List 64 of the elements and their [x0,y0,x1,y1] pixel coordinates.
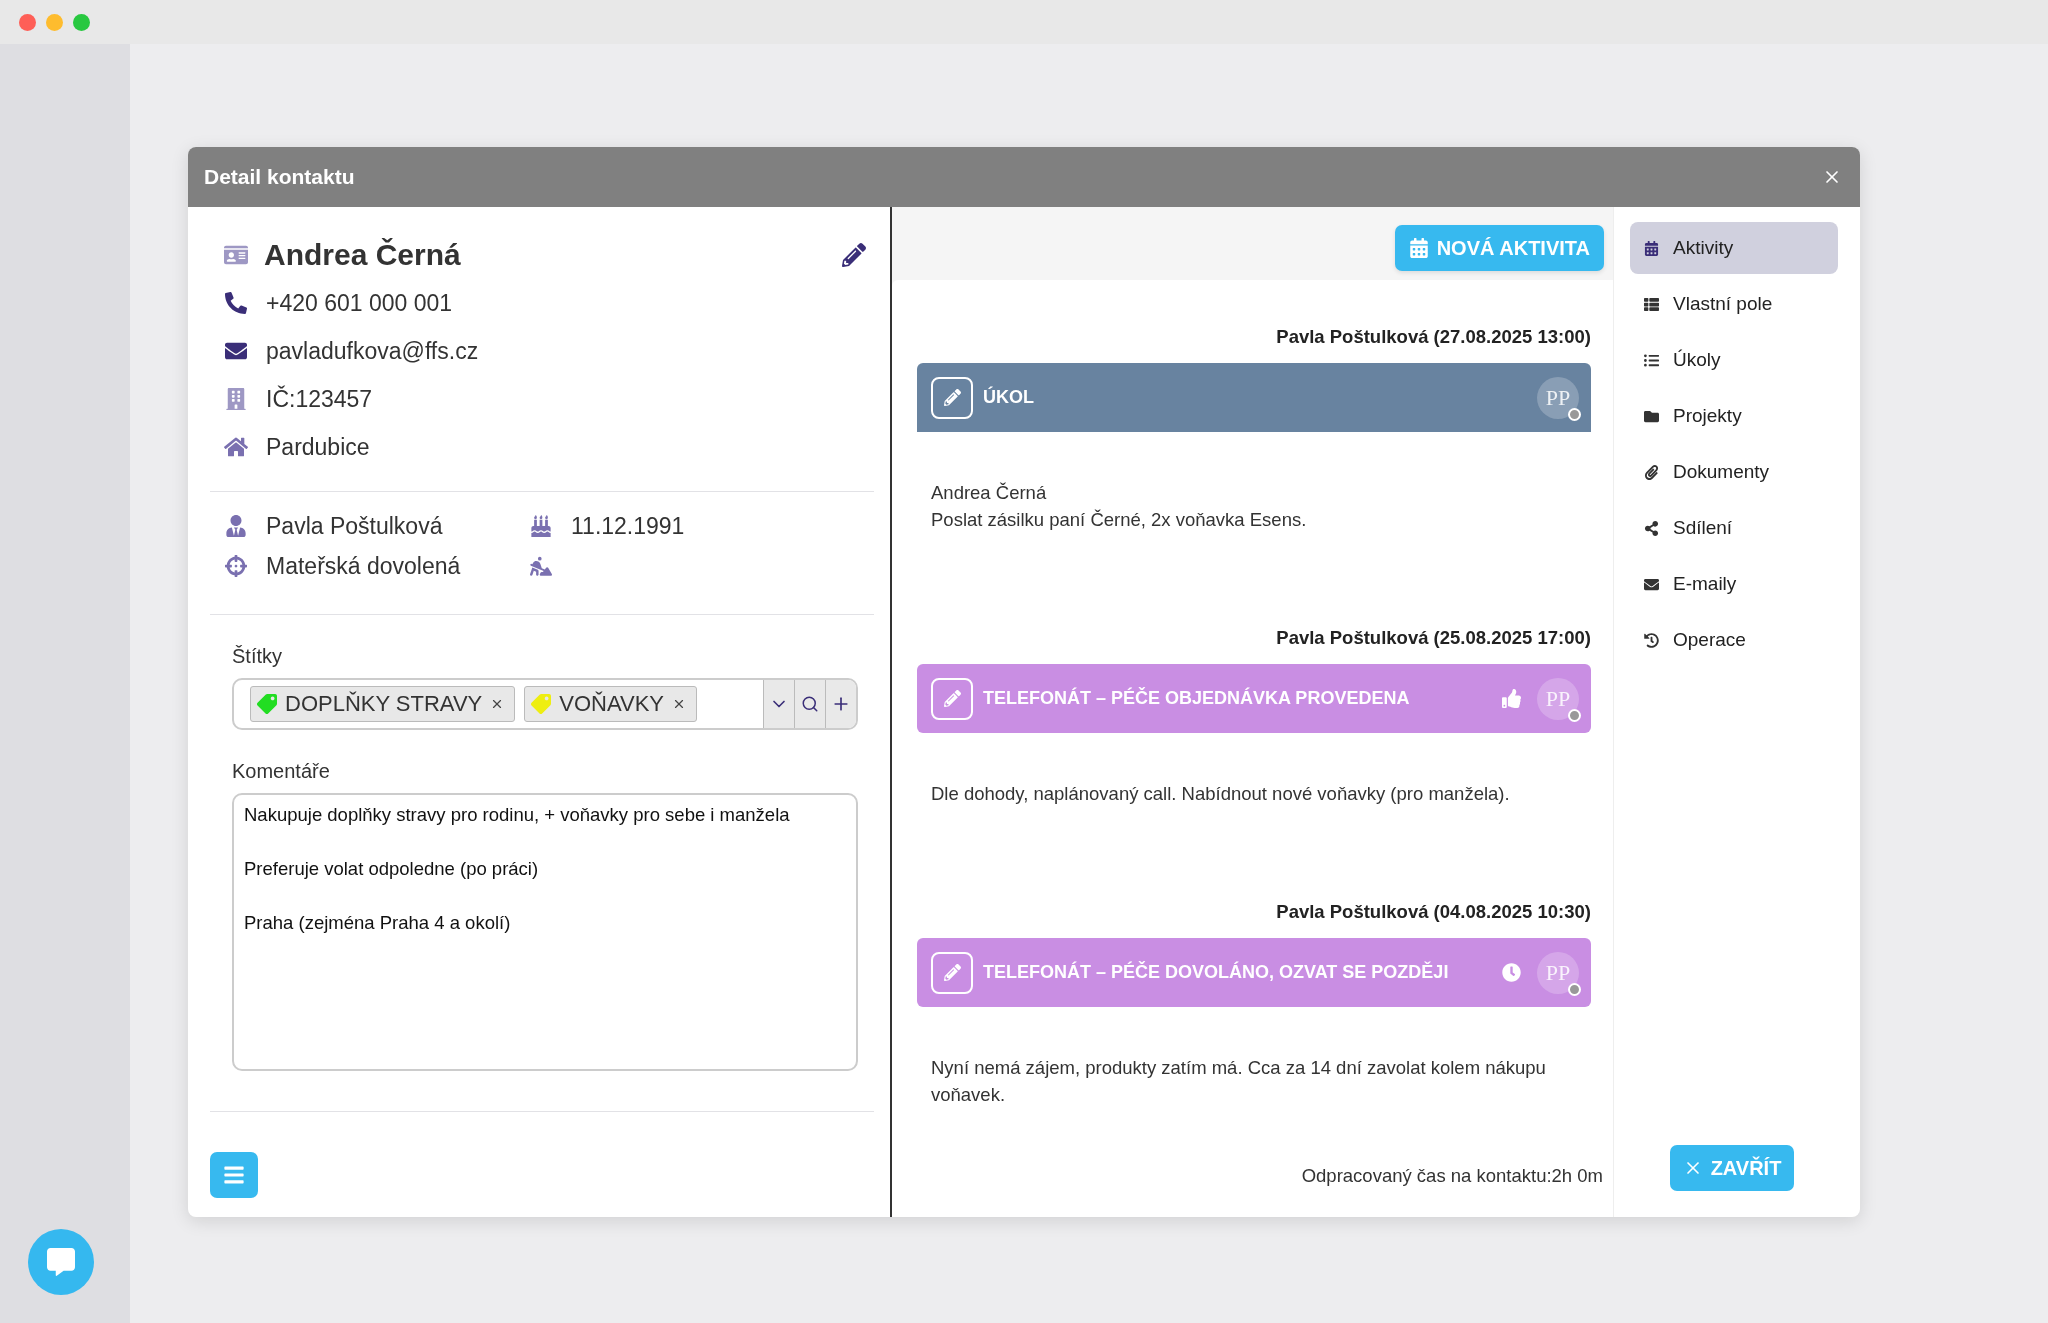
birth-date: 11.12.1991 [571,512,685,540]
activity-title: TELEFONÁT – PÉČE OBJEDNÁVKA PROVEDENA [983,688,1411,709]
nav-item[interactable]: Vlastní pole [1630,278,1838,330]
tag-chip: DOPLŇKY STRAVY [250,686,516,722]
cake-icon [529,515,553,537]
minimize-window-button[interactable] [46,13,63,31]
user-avatar: PP [1537,376,1579,419]
user-avatar: PP [1537,951,1579,994]
dialog-title: Detail kontaktu [204,165,355,189]
activity-note: Dle dohody, naplánovaný call. Nabídnout nové voňavky (pro manžela). [931,782,1511,806]
search-icon [801,695,819,713]
nav-item[interactable]: Úkoly [1630,334,1838,386]
history-icon [1644,632,1659,648]
comments-field[interactable]: Nakupuje doplňky stravy pro rodinu, + voňavky pro sebe i manžela Preferuje volat odpoledne (po práci) Praha (zejména Praha 4 a okolí) [232,793,858,1071]
activity-author: Pavla Poštulková (27.08.2025 13:00) [1276,326,1591,348]
city: Pardubice [266,433,370,461]
digging-person-icon [529,555,553,577]
home-icon [224,435,248,459]
table-icon [1644,296,1659,312]
list-icon [1644,352,1659,368]
tag-chip: VOŇAVKY [524,686,697,722]
paperclip-icon [1644,464,1659,480]
nav-item[interactable]: Sdílení [1630,502,1838,554]
pencil-icon[interactable] [842,243,866,267]
nav-item[interactable]: Operace [1630,614,1838,666]
phone-number: +420 601 000 001 [266,289,453,317]
add-button[interactable] [825,680,856,728]
contact-name: Andrea Černá [264,238,461,272]
activity-title: TELEFONÁT – PÉČE DOVOLÁNO, OZVAT SE POZDĚJI [983,962,1450,983]
activity-title: ÚKOL [983,387,1035,408]
contact-status: Mateřská dovolená [266,552,461,580]
menu-button[interactable] [210,1152,258,1198]
calendar-icon [1644,240,1659,256]
envelope-icon [224,340,248,362]
speech-bubble-icon [47,1248,75,1276]
tags-field[interactable]: DOPLŇKY STRAVY VOŇAVKY [232,678,858,730]
building-icon [224,388,248,410]
envelope-icon [1644,576,1659,592]
menu-icon [223,1164,245,1186]
crosshair-icon [224,555,248,577]
email-address: pavladufkova@ffs.cz [266,337,479,365]
nav-item[interactable]: Dokumenty [1630,446,1838,498]
activity-author: Pavla Poštulková (04.08.2025 10:30) [1276,901,1591,923]
close-window-button[interactable] [19,13,36,31]
activity-note: Andrea Černá Poslat zásilku paní Černé, 2x voňavka Esens. [931,481,1308,532]
share-icon [1644,520,1659,536]
comments-label: Komentáře [231,760,331,783]
user-avatar: PP [1537,677,1579,720]
folder-icon [1644,408,1659,424]
person-icon [224,515,248,537]
calendar-icon [1408,238,1429,258]
nav-item[interactable]: Aktivity [1630,222,1838,274]
company-id: IČ:123457 [266,385,373,413]
phone-icon [224,292,248,314]
activity-note: Nyní nemá zájem, produkty zatím má. Cca za 14 dní zavolat kolem nákupu voňavek. [931,1056,1547,1107]
worked-time: Odpracovaný čas na kontaktu:2h 0m [1301,1165,1603,1187]
nav-item[interactable]: E-maily [1630,558,1838,610]
nav-item[interactable]: Projekty [1630,390,1838,442]
owner-name: Pavla Poštulková [266,512,443,540]
tags-label: Štítky [231,645,283,668]
zoom-window-button[interactable] [73,13,90,31]
remove-tag-icon[interactable] [672,697,686,711]
activity-author: Pavla Poštulková (25.08.2025 17:00) [1276,627,1591,649]
search-button[interactable] [794,680,825,728]
